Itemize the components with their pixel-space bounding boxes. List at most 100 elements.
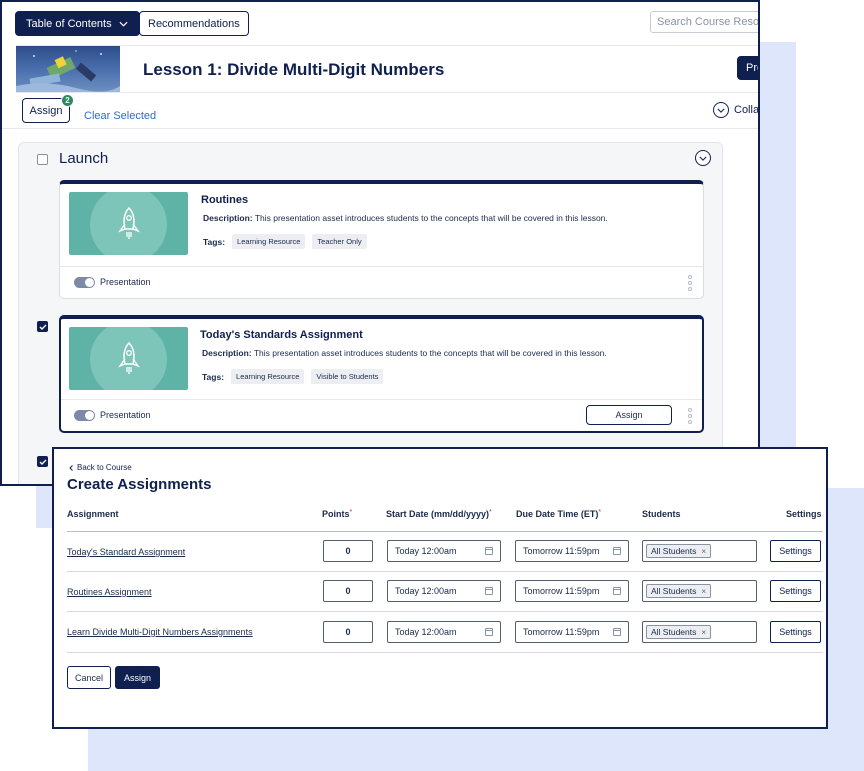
settings-button[interactable]: Settings	[770, 621, 821, 643]
points-input[interactable]: 0	[323, 580, 373, 602]
students-select[interactable]: All Students ×	[642, 540, 757, 562]
calendar-icon[interactable]	[485, 547, 493, 555]
row-divider	[67, 652, 823, 653]
row-divider	[67, 611, 823, 612]
column-header-assignment: Assignment	[67, 509, 119, 519]
resource-tags: Tags: Learning Resource Teacher Only	[203, 234, 367, 249]
students-select[interactable]: All Students ×	[642, 621, 757, 643]
calendar-icon[interactable]	[485, 587, 493, 595]
card-footer: Presentation	[60, 266, 703, 298]
column-header-settings: Settings	[786, 509, 822, 519]
selected-count-badge: 2	[61, 94, 74, 107]
checkmark-icon	[39, 324, 46, 330]
assignment-link[interactable]: Routines Assignment	[67, 587, 152, 597]
collapse-all-button[interactable]: Collapse	[713, 102, 758, 118]
tags-label: Tags:	[202, 371, 225, 382]
tag: Learning Resource	[231, 369, 305, 384]
card-footer: Presentation Assign	[61, 399, 702, 431]
header-divider	[67, 531, 823, 532]
assignment-link[interactable]: Today's Standard Assignment	[67, 547, 185, 557]
start-date-input[interactable]: Today 12:00am	[387, 580, 501, 602]
calendar-icon[interactable]	[613, 628, 621, 636]
tags-label: Tags:	[203, 236, 226, 247]
description-text: This presentation asset introduces stude…	[253, 348, 607, 358]
section-checkbox[interactable]	[37, 154, 48, 165]
start-date-input[interactable]: Today 12:00am	[387, 621, 501, 643]
recommendations-label: Recommendations	[148, 17, 240, 30]
resource-thumbnail	[69, 192, 188, 255]
more-options-icon[interactable]	[688, 408, 692, 424]
due-date-input[interactable]: Tomorrow 11:59pm	[515, 580, 629, 602]
presentation-toggle[interactable]	[74, 277, 95, 288]
recommendations-button[interactable]: Recommendations	[139, 11, 249, 36]
card-checkbox[interactable]	[37, 321, 48, 332]
column-header-start-date: Start Date (mm/dd/yyyy)*	[386, 509, 492, 519]
create-assignments-window: Back to Course Create Assignments Assign…	[52, 447, 828, 729]
clear-selected-link[interactable]: Clear Selected	[84, 110, 156, 122]
back-to-course-link[interactable]: Back to Course	[69, 463, 132, 472]
settings-button[interactable]: Settings	[770, 540, 821, 562]
points-input[interactable]: 0	[323, 621, 373, 643]
calendar-icon[interactable]	[485, 628, 493, 636]
table-of-contents-button[interactable]: Table of Contents	[15, 11, 140, 36]
chevron-down-icon	[119, 21, 128, 27]
rocket-icon	[118, 207, 140, 239]
start-date-input[interactable]: Today 12:00am	[387, 540, 501, 562]
resource-tags: Tags: Learning Resource Visible to Stude…	[202, 369, 384, 384]
lesson-title: Lesson 1: Divide Multi-Digit Numbers	[143, 60, 445, 79]
card-checkbox[interactable]	[37, 456, 48, 467]
lesson-window: Table of Contents Recommendations Search…	[0, 0, 760, 486]
resource-description: Description: This presentation asset int…	[203, 213, 608, 223]
column-header-due-date: Due Date Time (ET)*	[516, 509, 602, 519]
calendar-icon[interactable]	[613, 587, 621, 595]
card-assign-button[interactable]: Assign	[586, 405, 672, 425]
preview-label: Pre	[746, 62, 758, 74]
remove-chip-icon[interactable]: ×	[701, 587, 706, 596]
resource-title[interactable]: Routines	[201, 194, 248, 206]
resource-card[interactable]: Routines Description: This presentation …	[59, 180, 704, 299]
section-collapse-toggle[interactable]	[695, 150, 711, 166]
row-divider	[67, 571, 823, 572]
lesson-thumbnail	[16, 46, 120, 92]
column-header-points: Points*	[322, 509, 353, 519]
toggle-label: Presentation	[100, 410, 151, 420]
search-input[interactable]: Search Course Resources	[650, 11, 758, 33]
more-options-icon[interactable]	[688, 275, 692, 291]
divider	[2, 128, 758, 129]
chevron-down-icon	[699, 156, 707, 161]
assignment-link[interactable]: Learn Divide Multi-Digit Numbers Assignm…	[67, 627, 253, 637]
tag: Learning Resource	[232, 234, 306, 249]
cancel-button[interactable]: Cancel	[67, 666, 111, 689]
column-header-students: Students	[642, 509, 681, 519]
tag: Visible to Students	[311, 369, 384, 384]
calendar-icon[interactable]	[613, 547, 621, 555]
chevron-down-circle-icon	[713, 102, 729, 118]
description-text: This presentation asset introduces stude…	[254, 213, 608, 223]
back-label: Back to Course	[77, 463, 132, 472]
resource-thumbnail	[69, 327, 188, 390]
remove-chip-icon[interactable]: ×	[701, 547, 706, 556]
space-illustration	[16, 50, 120, 92]
points-input[interactable]: 0	[323, 540, 373, 562]
student-chip: All Students ×	[646, 625, 712, 639]
resource-description: Description: This presentation asset int…	[202, 348, 607, 358]
assign-button[interactable]: Assign	[115, 666, 160, 689]
due-date-input[interactable]: Tomorrow 11:59pm	[515, 621, 629, 643]
section-title: Launch	[59, 150, 109, 167]
chevron-left-icon	[69, 464, 73, 471]
toggle-label: Presentation	[100, 277, 151, 287]
assign-label: Assign	[29, 104, 63, 117]
students-select[interactable]: All Students ×	[642, 580, 757, 602]
tag: Teacher Only	[312, 234, 367, 249]
settings-button[interactable]: Settings	[770, 580, 821, 602]
due-date-input[interactable]: Tomorrow 11:59pm	[515, 540, 629, 562]
resource-card-selected[interactable]: Today's Standards Assignment Description…	[59, 315, 704, 433]
student-chip: All Students ×	[646, 584, 712, 598]
checkmark-icon	[39, 459, 46, 465]
remove-chip-icon[interactable]: ×	[701, 628, 706, 637]
student-chip: All Students ×	[646, 544, 712, 558]
preview-button[interactable]: Pre	[737, 56, 758, 80]
resource-title[interactable]: Today's Standards Assignment	[200, 329, 363, 341]
lesson-header: Lesson 1: Divide Multi-Digit Numbers Pre	[16, 45, 758, 93]
presentation-toggle[interactable]	[74, 410, 95, 421]
